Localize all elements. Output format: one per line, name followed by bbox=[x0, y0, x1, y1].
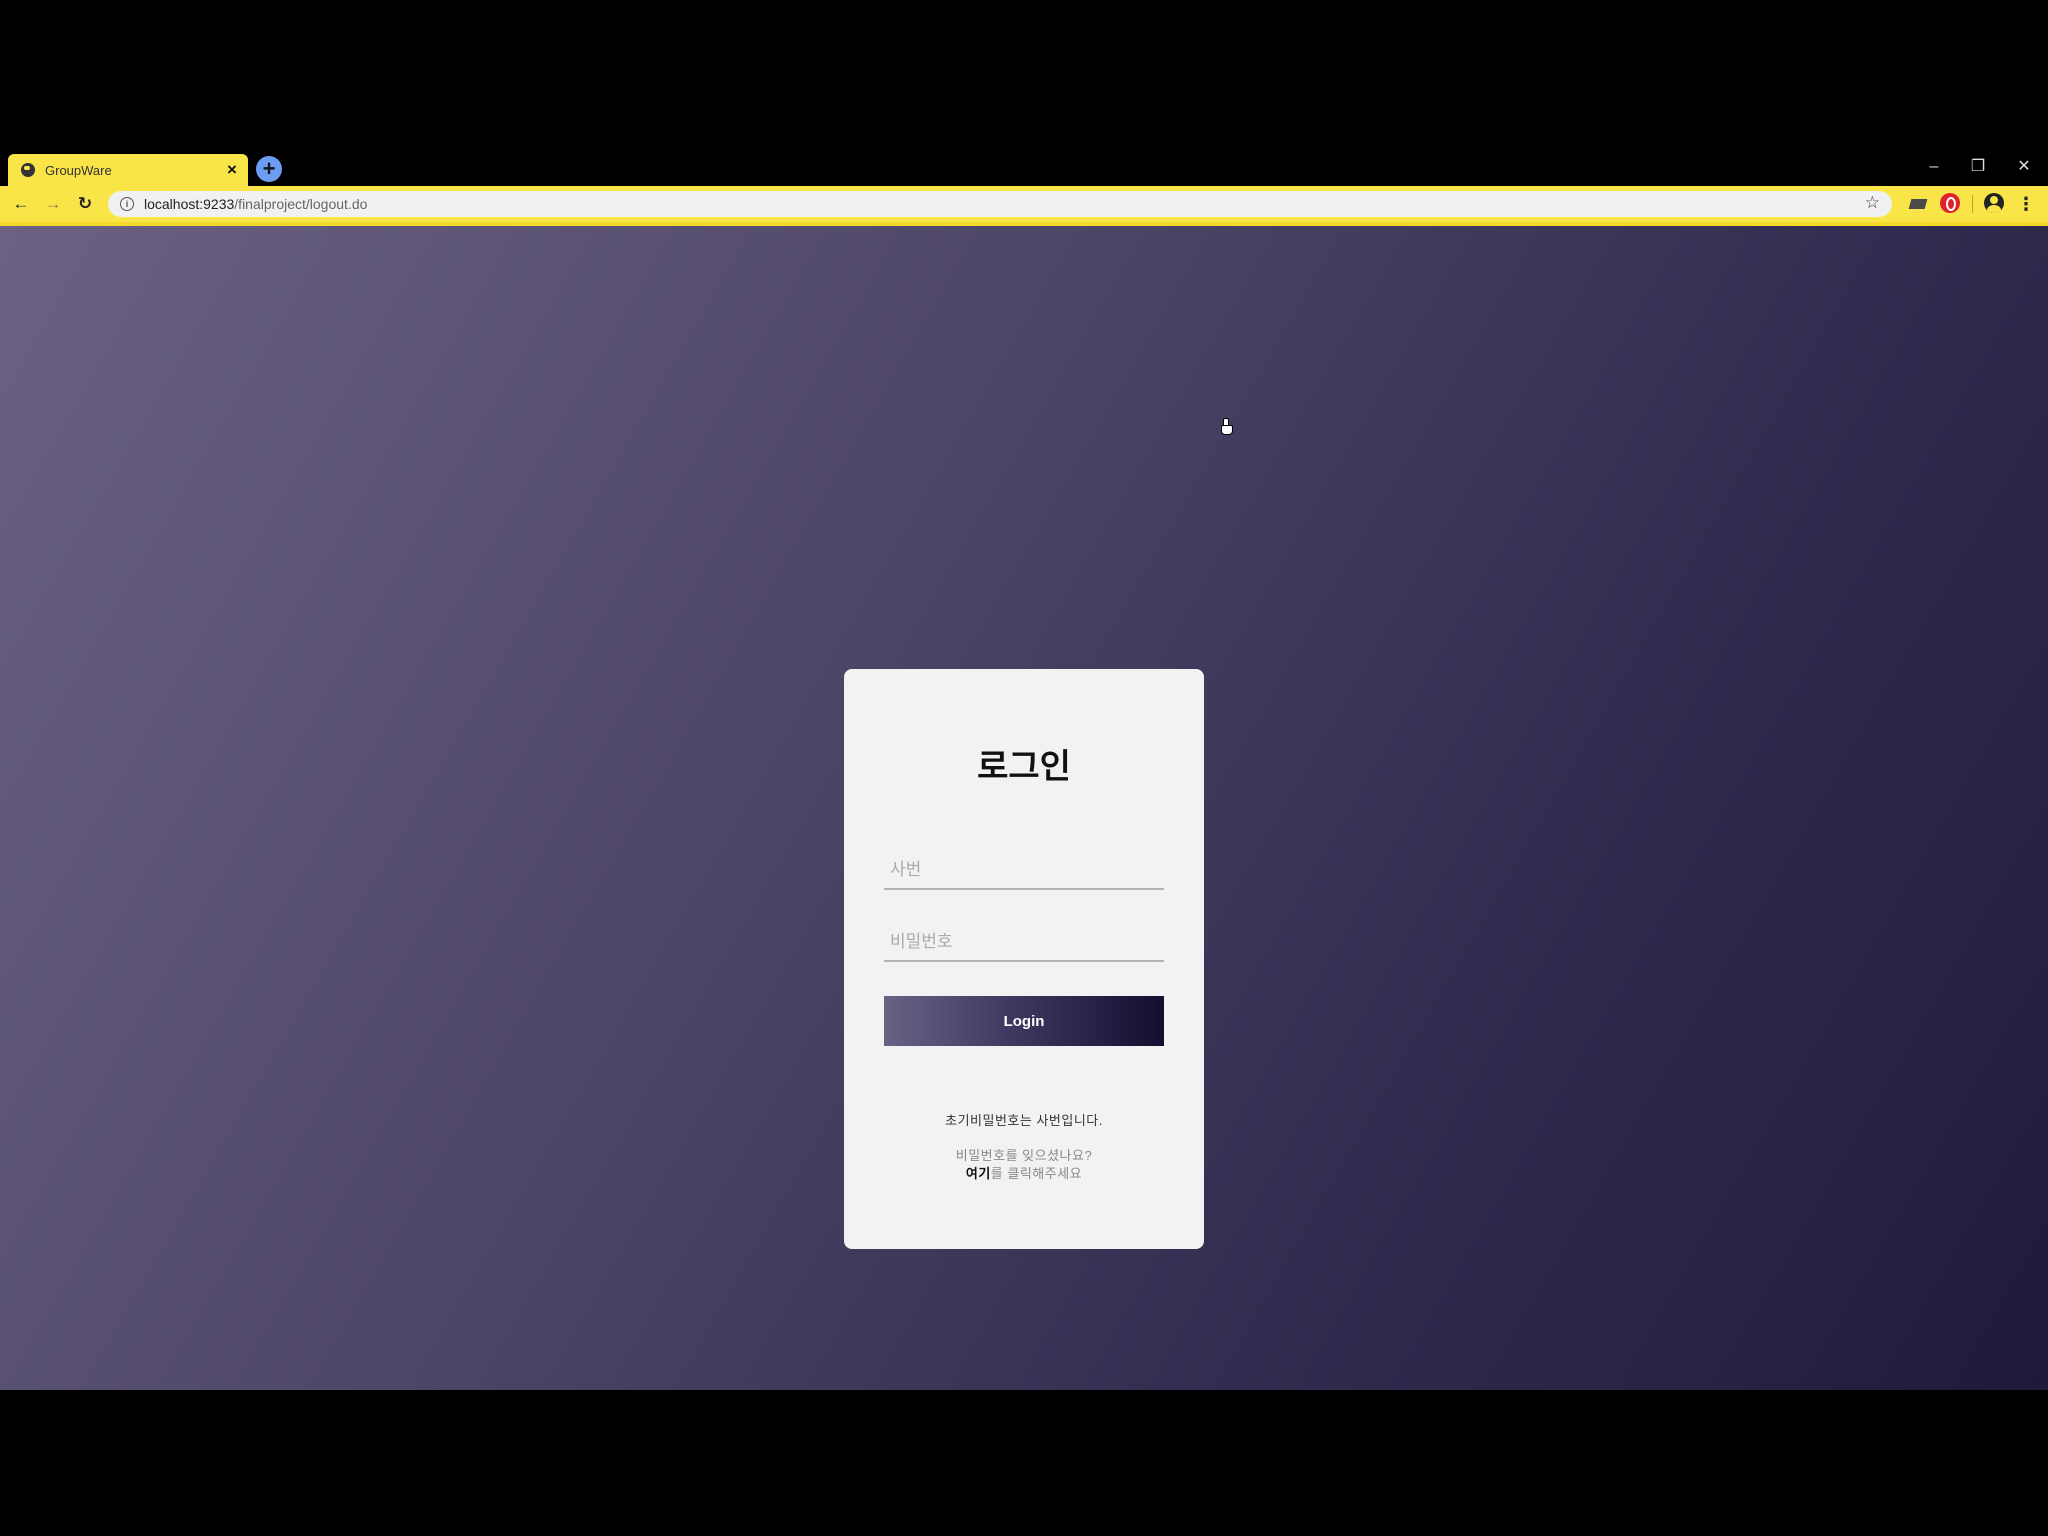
tab-strip: GroupWare × + – ❐ ✕ bbox=[0, 150, 2048, 186]
back-arrow-icon[interactable]: ← bbox=[8, 191, 34, 217]
url-path: /finalproject/logout.do bbox=[234, 196, 368, 212]
url-text: localhost:9233/finalproject/logout.do bbox=[144, 196, 367, 212]
minimize-icon[interactable]: – bbox=[1914, 154, 1954, 180]
profile-avatar-icon[interactable] bbox=[1984, 193, 2004, 213]
login-card: 로그인 Login 초기비밀번호는 사번입니다. 비밀번호를 잊으셨나요? 여기… bbox=[844, 669, 1204, 1249]
restore-icon[interactable]: ❐ bbox=[1958, 154, 1998, 180]
kebab-menu-icon[interactable]: ⋮ bbox=[2016, 191, 2036, 217]
initial-password-hint: 초기비밀번호는 사번입니다. bbox=[945, 1113, 1103, 1128]
new-tab-button[interactable]: + bbox=[256, 156, 282, 182]
here-suffix: 를 클릭해주세요 bbox=[990, 1166, 1083, 1181]
info-icon[interactable]: i bbox=[120, 197, 134, 211]
click-here-line: 여기를 클릭해주세요 bbox=[844, 1163, 1204, 1182]
opera-extension-icon[interactable] bbox=[1940, 193, 1960, 213]
employee-id-input[interactable] bbox=[884, 852, 1164, 890]
close-window-icon[interactable]: ✕ bbox=[2004, 154, 2044, 180]
extension-icon[interactable] bbox=[1908, 193, 1928, 213]
password-input[interactable] bbox=[884, 924, 1164, 962]
url-host: localhost:9233 bbox=[144, 196, 235, 212]
forgot-password-text: 비밀번호를 잊으셨나요? bbox=[955, 1148, 1093, 1163]
here-link[interactable]: 여기 bbox=[966, 1166, 991, 1181]
login-title: 로그인 bbox=[977, 748, 1071, 786]
login-button[interactable]: Login bbox=[884, 996, 1164, 1046]
address-bar[interactable]: i localhost:9233/finalproject/logout.do … bbox=[108, 191, 1892, 217]
reload-icon[interactable]: ↻ bbox=[72, 191, 98, 217]
tab-close-icon[interactable]: × bbox=[222, 160, 242, 180]
tab-title: GroupWare bbox=[45, 162, 112, 178]
page-viewport: 로그인 Login 초기비밀번호는 사번입니다. 비밀번호를 잊으셨나요? 여기… bbox=[0, 226, 2048, 1390]
hand-cursor-icon bbox=[1220, 418, 1233, 435]
browser-tab[interactable]: GroupWare × bbox=[8, 154, 248, 186]
browser-toolbar: ← → ↻ i localhost:9233/finalproject/logo… bbox=[0, 186, 2048, 226]
globe-icon bbox=[21, 163, 35, 177]
forward-arrow-icon[interactable]: → bbox=[40, 191, 66, 217]
toolbar-divider bbox=[1972, 195, 1973, 213]
bookmark-star-icon[interactable]: ☆ bbox=[1865, 193, 1880, 213]
browser-window: GroupWare × + – ❐ ✕ ← → ↻ i localhost:92… bbox=[0, 150, 2048, 1390]
